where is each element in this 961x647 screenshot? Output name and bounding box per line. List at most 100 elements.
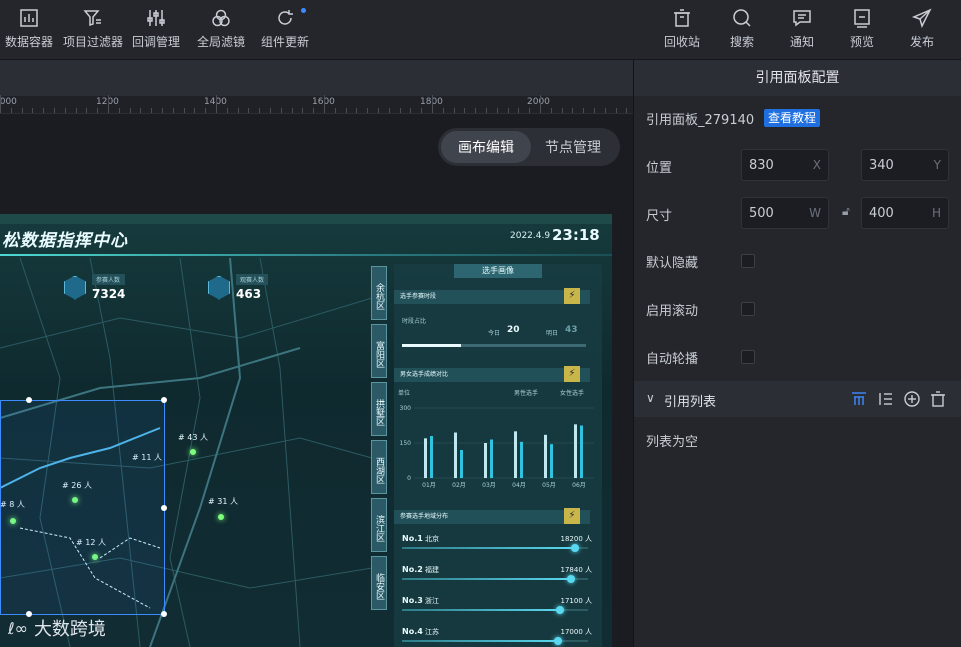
publish-button[interactable]: 发布	[897, 0, 947, 60]
data-container-button[interactable]: 数据容器	[4, 0, 54, 60]
add-icon[interactable]	[903, 390, 921, 408]
align-icon[interactable]	[850, 390, 868, 408]
search-button[interactable]: 搜索	[717, 0, 767, 60]
selection-box[interactable]	[0, 397, 167, 617]
ruler-tick	[194, 108, 195, 113]
autoplay-checkbox[interactable]	[741, 350, 755, 364]
position-y-input[interactable]: 340 Y	[861, 149, 949, 181]
ruler-tick	[616, 108, 617, 113]
ruler-tick	[22, 108, 23, 113]
ruler-tick	[248, 108, 249, 113]
notification-button[interactable]: 通知	[777, 0, 827, 60]
x-tick-label: 02月	[452, 482, 466, 489]
list-detail-icon[interactable]	[877, 390, 895, 408]
district-tab[interactable]: 西湖区	[371, 440, 387, 494]
rank-track	[402, 544, 588, 552]
bar	[430, 436, 433, 478]
tab-node-manage[interactable]: 节点管理	[531, 131, 615, 163]
ruler-tick	[184, 108, 185, 113]
y-tick-label: 300	[400, 405, 412, 412]
list-icon	[208, 275, 230, 300]
recycle-bin-button[interactable]: 回收站	[657, 0, 707, 60]
chevron-down-icon[interactable]: ∨	[646, 391, 655, 405]
global-filter-button[interactable]: 全局滤镜	[196, 0, 246, 60]
rank-label: No.1 北京	[402, 534, 440, 543]
time-share-label: 时段占比	[402, 318, 427, 325]
chart-icon	[20, 9, 38, 27]
ruler-tick	[572, 108, 573, 113]
map-count-label: # 43 人	[178, 433, 208, 442]
ruler-tick	[486, 108, 487, 113]
ruler-tick	[259, 108, 260, 113]
lock-icon[interactable]: 🔓︎	[842, 204, 850, 219]
tutorial-button[interactable]: 查看教程	[764, 109, 821, 127]
resize-handle[interactable]	[26, 397, 32, 403]
height-input[interactable]: 400 H	[861, 197, 949, 229]
x-tick-label: 06月	[572, 482, 586, 489]
ruler-tick	[378, 108, 379, 113]
district-tab[interactable]: 临安区	[371, 556, 387, 610]
ruler-label: 2000	[527, 97, 550, 107]
ruler-tick	[346, 108, 347, 113]
ruler-tick	[119, 108, 120, 113]
reference-list-header[interactable]: ∨ 引用列表	[634, 381, 961, 417]
dashboard-preview[interactable]: 松数据指挥中心 2022.4.9 23:18 参赛人数 7324 观赛人数 46…	[0, 214, 612, 647]
ruler-tick	[32, 108, 33, 113]
ruler-tick	[313, 108, 314, 113]
title-underline	[0, 254, 612, 256]
config-panel: 引用面板配置 引用面板_279140 查看教程 位置 830 X 340 Y 尺…	[633, 60, 961, 647]
ruler-tick	[43, 108, 44, 113]
dashboard-top-band	[0, 214, 612, 224]
user-icon	[64, 275, 86, 300]
map-marker	[218, 514, 224, 520]
x-tick-label: 01月	[422, 482, 436, 489]
stat-value: 463	[236, 287, 262, 301]
position-x-input[interactable]: 830 X	[741, 149, 829, 181]
config-header: 引用面板配置	[634, 60, 961, 96]
ruler-tick	[551, 108, 552, 113]
ruler-tick	[518, 108, 519, 113]
autoplay-row: 自动轮播	[646, 340, 950, 372]
district-tab[interactable]: 拱墅区	[371, 382, 387, 436]
rank-label: No.4 江苏	[402, 627, 440, 636]
rank-knob	[554, 637, 563, 645]
project-filter-button[interactable]: 项目过滤器	[62, 0, 124, 60]
bar	[574, 424, 577, 478]
tab-canvas-edit[interactable]: 画布编辑	[441, 131, 531, 163]
hidden-checkbox[interactable]	[741, 254, 755, 268]
delete-icon[interactable]	[929, 390, 947, 408]
district-tab[interactable]: 余杭区	[371, 266, 387, 320]
canvas-area[interactable]: 1000 1200 1400 1600 1800 2000 画布编辑 节点管理 …	[0, 60, 633, 647]
scroll-checkbox[interactable]	[741, 302, 755, 316]
ruler-tick	[173, 108, 174, 113]
component-update-button[interactable]: 组件更新	[260, 0, 310, 60]
ruler-tick	[335, 108, 336, 113]
callback-manage-button[interactable]: 回调管理	[131, 0, 181, 60]
legend-female: 女性选手	[560, 390, 585, 397]
width-input[interactable]: 500 W	[741, 197, 829, 229]
ruler-tick	[540, 95, 541, 113]
resize-handle[interactable]	[161, 397, 167, 403]
district-tab[interactable]: 富阳区	[371, 324, 387, 378]
district-tab[interactable]: 滨江区	[371, 498, 387, 552]
ruler-tick	[11, 108, 12, 113]
ranking-row: No.4 江苏 17000 人	[402, 627, 592, 647]
ruler-tick	[356, 108, 357, 113]
resize-handle[interactable]	[161, 611, 167, 617]
size-row: 尺寸 500 W 🔓︎ 400 H	[646, 197, 950, 229]
player-profile-panel: 选手画像 选手参赛时段 ⚡ 时段占比 今日 20 明日 43 男女选手成绩对比 …	[394, 264, 602, 647]
bar	[424, 438, 427, 478]
ruler-tick	[529, 108, 530, 113]
ruler-tick	[227, 108, 228, 113]
ruler-tick	[86, 108, 87, 113]
resize-handle[interactable]	[161, 505, 167, 511]
top-toolbar: 数据容器 项目过滤器 回调管理 全局滤镜 组件更新 回收站 搜索 通知 预览 发…	[0, 0, 961, 60]
rank-value: 17000 人	[560, 628, 593, 636]
bar	[580, 425, 583, 478]
ruler-tick	[605, 108, 606, 113]
preview-button[interactable]: 预览	[837, 0, 887, 60]
rank-fill	[402, 609, 561, 611]
stat-participants: 参赛人数 7324	[64, 274, 126, 301]
ruler-tick	[302, 108, 303, 113]
ruler-tick	[324, 95, 325, 113]
